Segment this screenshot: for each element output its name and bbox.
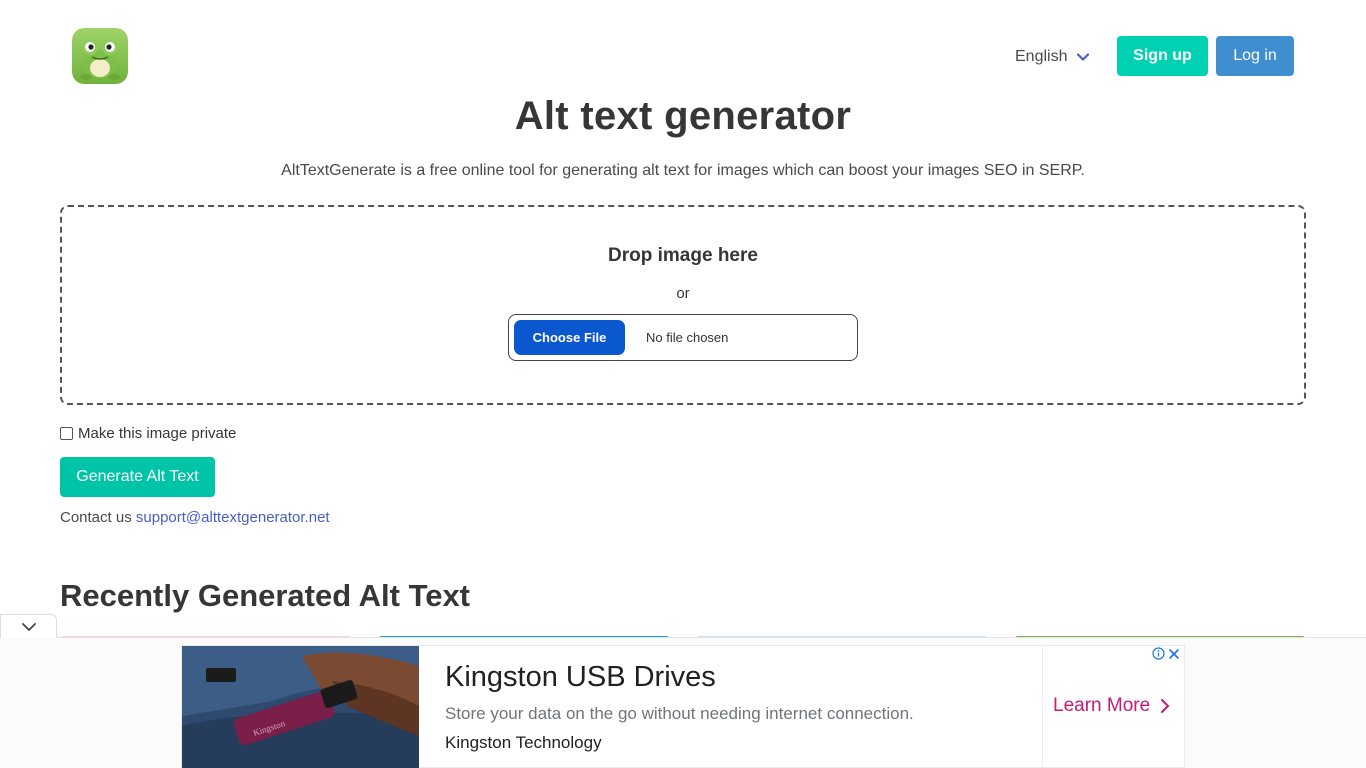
chevron-right-icon [1161,699,1170,713]
file-input[interactable]: Choose File No file chosen [508,314,858,361]
chevron-down-icon [21,622,36,631]
signup-button[interactable]: Sign up [1117,36,1208,76]
page-subtitle: AltTextGenerate is a free online tool fo… [281,162,1085,179]
ad-title[interactable]: Kingston USB Drives [445,661,716,694]
ad-learn-more-button[interactable]: Learn More [1053,695,1170,717]
ad-advertiser: Kingston Technology [445,733,602,752]
recent-heading: Recently Generated Alt Text [60,578,471,613]
adchoices-info-icon[interactable] [1152,647,1165,660]
private-option[interactable]: Make this image private [60,425,236,442]
site-logo[interactable] [72,28,128,84]
advertisement[interactable]: Kingston Kingston USB Drives Store your … [181,645,1185,768]
usb-drive-photo-icon: Kingston [182,646,419,768]
ad-divider [1042,646,1043,768]
language-label: English [1015,48,1068,65]
ad-description: Store your data on the go without needin… [445,704,914,723]
language-selector[interactable]: English [1015,46,1090,68]
contact-prefix: Contact us [60,509,132,526]
frog-logo-icon [72,28,128,84]
private-checkbox[interactable] [60,427,73,440]
chevron-down-icon [1077,53,1090,61]
ad-collapse-toggle[interactable] [0,614,57,638]
login-button[interactable]: Log in [1216,36,1294,76]
file-status: No file chosen [646,330,729,345]
choose-file-button[interactable]: Choose File [514,320,625,355]
page-title: Alt text generator [514,94,852,138]
contact-email-link[interactable]: support@alttextgenerator.net [136,509,330,526]
or-label: or [676,285,690,302]
drop-label: Drop image here [608,245,758,266]
image-dropzone[interactable]: Drop image here or Choose File No file c… [60,205,1306,405]
generate-alt-text-button[interactable]: Generate Alt Text [60,457,215,497]
ad-controls [1152,647,1180,660]
contact-line: Contact us support@alttextgenerator.net [60,509,330,526]
ad-image[interactable]: Kingston [182,646,419,768]
private-label: Make this image private [78,425,237,442]
ad-cta-label: Learn More [1053,695,1151,716]
ad-close-icon[interactable] [1168,648,1180,660]
